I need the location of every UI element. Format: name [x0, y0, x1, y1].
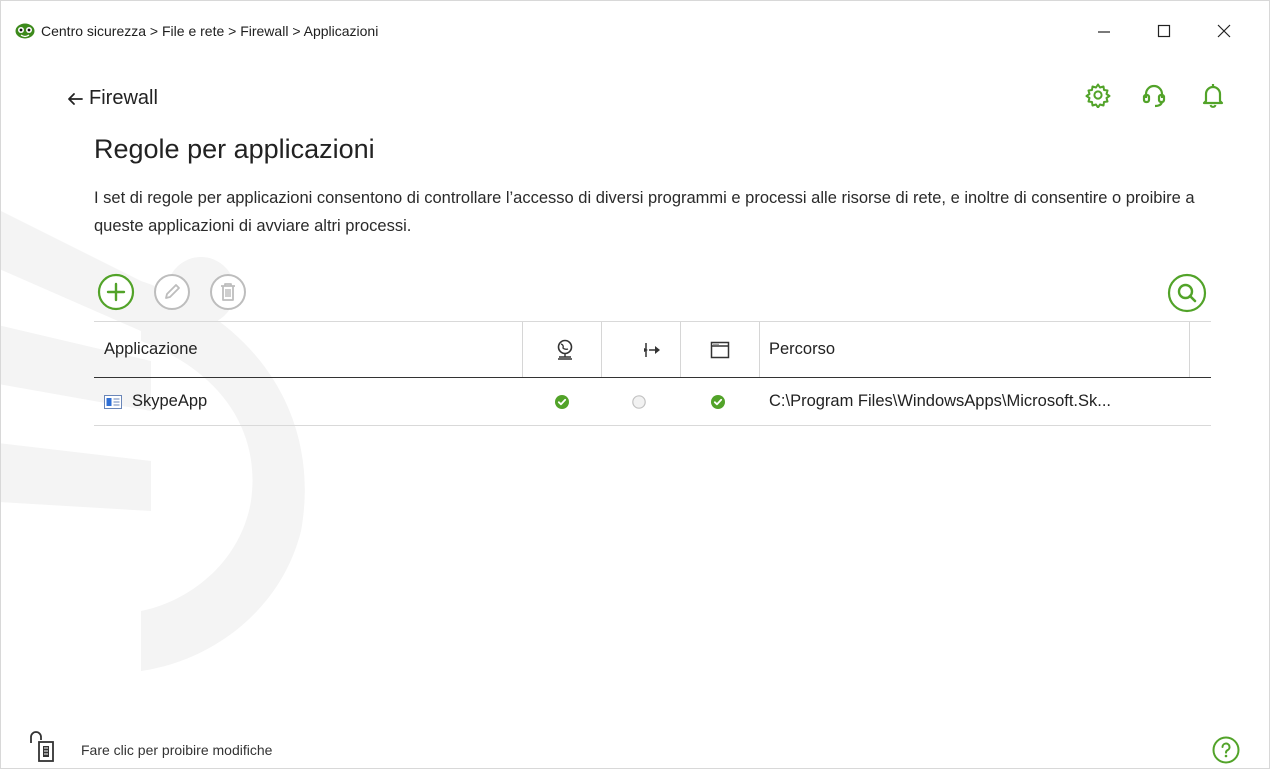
empty-circle-icon [632, 394, 646, 409]
maximize-button[interactable] [1141, 15, 1187, 47]
arrow-left-icon [68, 92, 83, 105]
support-button[interactable] [1138, 79, 1170, 111]
app-name: SkypeApp [132, 392, 208, 410]
help-button[interactable] [1211, 735, 1241, 765]
app-window: Centro sicurezza > File e rete > Firewal… [0, 0, 1270, 769]
app-logo-icon [15, 23, 35, 39]
column-separator[interactable] [601, 322, 602, 377]
minimize-button[interactable] [1081, 15, 1127, 47]
application-icon [104, 394, 122, 409]
process-launch-icon [644, 342, 660, 357]
page-title: Regole per applicazioni [94, 134, 375, 164]
search-icon [1167, 273, 1207, 313]
gear-icon [1085, 83, 1111, 108]
column-header-network[interactable] [556, 322, 574, 377]
title-bar: Centro sicurezza > File e rete > Firewal… [1, 1, 1269, 63]
unlocked-lock-icon [30, 731, 54, 762]
column-header-window[interactable] [710, 322, 730, 377]
column-separator[interactable] [1189, 322, 1190, 377]
app-cell: SkypeApp [104, 378, 207, 425]
lock-hint-text[interactable]: Fare clic per proibire modifiche [81, 742, 272, 758]
network-status-cell[interactable] [555, 378, 569, 425]
search-button[interactable] [1167, 273, 1207, 313]
column-header-path[interactable]: Percorso [769, 322, 835, 377]
help-icon [1212, 736, 1240, 764]
bell-icon [1202, 84, 1224, 108]
path-cell: C:\Program Files\WindowsApps\Microsoft.S… [769, 392, 1112, 410]
support-headset-icon [1142, 84, 1166, 108]
back-link[interactable]: Firewall [67, 87, 158, 110]
lock-toggle[interactable] [27, 729, 67, 765]
settings-button[interactable] [1082, 79, 1114, 111]
column-separator[interactable] [680, 322, 681, 377]
check-circle-icon [555, 394, 569, 409]
window-title: Centro sicurezza > File e rete > Firewal… [41, 23, 379, 39]
edit-rule-button[interactable] [153, 273, 191, 311]
close-button[interactable] [1201, 15, 1247, 47]
add-icon [97, 273, 135, 311]
column-header-process[interactable] [642, 322, 662, 377]
delete-icon [210, 274, 246, 310]
notifications-button[interactable] [1197, 79, 1229, 111]
table-header: Applicazione Percorso [94, 321, 1211, 378]
applications-table: Applicazione Percorso SkypeApp C:\Progra… [94, 321, 1211, 426]
column-separator[interactable] [759, 322, 760, 377]
back-link-label: Firewall [89, 87, 158, 109]
background-watermark [1, 211, 305, 671]
edit-icon [154, 274, 190, 310]
delete-rule-button[interactable] [209, 273, 247, 311]
column-separator[interactable] [522, 322, 523, 377]
process-status-cell[interactable] [632, 378, 646, 425]
window-status-cell[interactable] [711, 378, 725, 425]
add-rule-button[interactable] [97, 273, 135, 311]
column-header-application[interactable]: Applicazione [104, 322, 198, 377]
table-row[interactable]: SkypeApp C:\Program Files\WindowsApps\Mi… [94, 378, 1211, 426]
minimize-icon [1098, 31, 1110, 33]
window-icon [710, 341, 730, 358]
network-access-icon [557, 339, 573, 360]
page-description: I set di regole per applicazioni consent… [94, 189, 1195, 235]
maximize-icon [1157, 24, 1171, 38]
close-icon [1217, 24, 1231, 38]
check-circle-icon [711, 394, 725, 409]
